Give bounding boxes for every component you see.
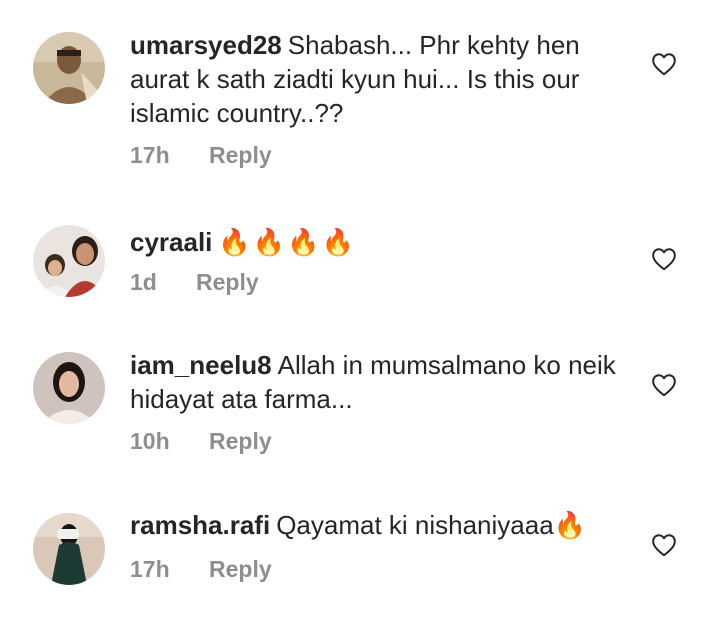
comment-username[interactable]: iam_neelu8 xyxy=(130,350,272,380)
comment-text: Qayamat ki nishaniyaaa🔥 xyxy=(276,510,587,540)
like-button[interactable] xyxy=(651,373,677,397)
comment-timestamp: 1d xyxy=(130,269,157,295)
reply-button[interactable]: Reply xyxy=(196,269,259,295)
like-button[interactable] xyxy=(651,52,677,76)
comment-body: umarsyed28 Shabash... Phr kehty hen aurat… xyxy=(130,28,630,130)
heart-outline-icon xyxy=(652,53,676,76)
reply-button[interactable]: Reply xyxy=(209,428,272,454)
heart-outline-icon xyxy=(652,534,676,557)
comment-meta: 17h Reply xyxy=(130,142,272,169)
comment-item: ramsha.rafi Qayamat ki nishaniyaaa🔥 17h Re… xyxy=(0,490,720,619)
comment-item: cyraali 🔥🔥🔥🔥 1d Reply xyxy=(0,195,720,315)
avatar[interactable] xyxy=(33,513,105,585)
comment-timestamp: 17h xyxy=(130,142,170,168)
heart-outline-icon xyxy=(652,374,676,397)
reply-button[interactable]: Reply xyxy=(209,556,272,582)
comment-username[interactable]: cyraali xyxy=(130,227,212,257)
comment-timestamp: 17h xyxy=(130,556,170,582)
comment-timestamp: 10h xyxy=(130,428,170,454)
comment-meta: 17h Reply xyxy=(130,556,272,583)
avatar[interactable] xyxy=(33,352,105,424)
comment-meta: 1d Reply xyxy=(130,269,259,296)
avatar[interactable] xyxy=(33,32,105,104)
reply-button[interactable]: Reply xyxy=(209,142,272,168)
comment-text: 🔥🔥🔥🔥 xyxy=(218,227,356,257)
comment-item: iam_neelu8 Allah in mumsalmano ko neik hi… xyxy=(0,330,720,480)
comment-username[interactable]: ramsha.rafi xyxy=(130,510,270,540)
comment-username[interactable]: umarsyed28 xyxy=(130,30,282,60)
comment-body: ramsha.rafi Qayamat ki nishaniyaaa🔥 xyxy=(130,508,630,542)
heart-outline-icon xyxy=(652,248,676,271)
comment-body: iam_neelu8 Allah in mumsalmano ko neik hi… xyxy=(130,348,630,416)
comment-meta: 10h Reply xyxy=(130,428,272,455)
like-button[interactable] xyxy=(651,247,677,271)
comment-item: umarsyed28 Shabash... Phr kehty hen aurat… xyxy=(0,0,720,190)
comment-body: cyraali 🔥🔥🔥🔥 xyxy=(130,225,630,259)
avatar[interactable] xyxy=(33,225,105,297)
like-button[interactable] xyxy=(651,533,677,557)
